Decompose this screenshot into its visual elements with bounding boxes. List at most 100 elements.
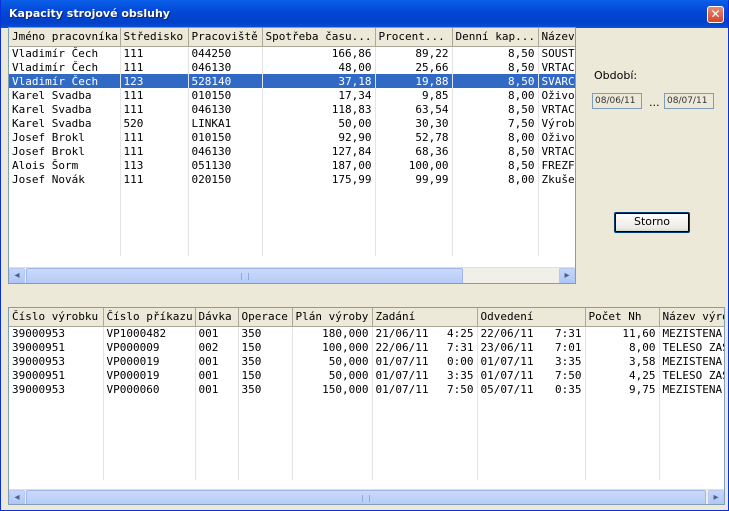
table-row[interactable]: Alois Šorm 113 051130 187,00 100,00 8,50 FREZF bbox=[9, 158, 575, 172]
table-cell: 8,50 bbox=[452, 46, 539, 60]
scroll-thumb[interactable] bbox=[26, 268, 463, 283]
empty-cell bbox=[538, 186, 575, 200]
empty-cell bbox=[372, 452, 478, 466]
column-header[interactable]: Počet Nh bbox=[585, 308, 660, 327]
empty-cell bbox=[375, 242, 453, 256]
scroll-thumb[interactable] bbox=[26, 490, 706, 504]
column-header[interactable]: Odvedení bbox=[477, 308, 586, 327]
table-cell: 175,99 bbox=[262, 172, 376, 186]
table-cell: Josef Novák bbox=[9, 172, 121, 186]
empty-row bbox=[9, 410, 724, 424]
close-button[interactable]: ✕ bbox=[707, 6, 724, 23]
table-cell: Oživo bbox=[538, 88, 575, 102]
table-cell: 92,90 bbox=[262, 130, 376, 144]
title-bar[interactable]: Kapacity strojové obsluhy ✕ bbox=[1, 0, 728, 28]
table-cell: 21/06/11 4:25 bbox=[372, 326, 478, 340]
table-cell: 111 bbox=[120, 172, 189, 186]
table-cell: 01/07/11 7:50 bbox=[372, 382, 478, 396]
table-cell: 150 bbox=[238, 368, 293, 382]
column-header[interactable]: Název výro bbox=[659, 308, 724, 327]
table-cell: 046130 bbox=[188, 102, 263, 116]
capacity-grid[interactable]: Jméno pracovníka Středisko Pracoviště Spotř… bbox=[8, 27, 576, 284]
table-row[interactable]: 39000953 VP1000482 001 350 180,000 21/06/11 4:… bbox=[9, 326, 724, 340]
table-cell: 150 bbox=[238, 340, 293, 354]
table-row[interactable]: Vladimír Čech 111 046130 48,00 25,66 8,50 VRTA… bbox=[9, 60, 575, 74]
table-cell: 010150 bbox=[188, 88, 263, 102]
table-cell: 001 bbox=[195, 368, 239, 382]
column-header[interactable]: Plán výroby bbox=[292, 308, 373, 327]
table-cell: VRTAC bbox=[538, 144, 575, 158]
orders-grid[interactable]: Číslo výrobku Číslo příkazu Dávka Operace Pl… bbox=[8, 307, 725, 505]
table-cell: 528140 bbox=[188, 74, 263, 88]
time-value: 3:35 bbox=[447, 368, 474, 382]
table-cell: MEZISTENA bbox=[659, 326, 724, 340]
table-cell: 11,60 bbox=[585, 326, 660, 340]
empty-cell bbox=[195, 424, 239, 438]
column-header[interactable]: Středisko bbox=[120, 28, 189, 47]
table-cell: 111 bbox=[120, 60, 189, 74]
table-cell: 19,88 bbox=[375, 74, 453, 88]
table-cell: 046130 bbox=[188, 60, 263, 74]
empty-cell bbox=[195, 396, 239, 410]
scroll-left-icon[interactable]: ◂ bbox=[9, 490, 25, 504]
empty-cell bbox=[292, 396, 373, 410]
table-row[interactable]: 39000951 VP000019 001 150 50,000 01/07/11 3:35… bbox=[9, 368, 724, 382]
scroll-right-icon[interactable]: ▸ bbox=[559, 268, 575, 283]
table-cell: Karel Svadba bbox=[9, 116, 121, 130]
top-horizontal-scrollbar[interactable]: ◂ ▸ bbox=[9, 267, 575, 283]
empty-cell bbox=[372, 438, 478, 452]
column-header[interactable]: Zadání bbox=[372, 308, 478, 327]
table-cell: 150,000 bbox=[292, 382, 373, 396]
empty-cell bbox=[238, 396, 293, 410]
period-from-field[interactable]: 08/06/11 bbox=[592, 93, 642, 109]
scroll-left-icon[interactable]: ◂ bbox=[9, 268, 25, 283]
window-title: Kapacity strojové obsluhy bbox=[9, 7, 170, 20]
empty-row bbox=[9, 452, 724, 466]
empty-cell bbox=[195, 452, 239, 466]
table-row[interactable]: Karel Svadba 111 046130 118,83 63,54 8,50 VRTA… bbox=[9, 102, 575, 116]
scroll-right-icon[interactable]: ▸ bbox=[708, 490, 724, 504]
table-row[interactable]: Josef Brokl 111 046130 127,84 68,36 8,50 VRTAC bbox=[9, 144, 575, 158]
column-header[interactable]: Číslo výrobku bbox=[9, 308, 104, 327]
column-header[interactable]: Denní kap... bbox=[452, 28, 539, 47]
table-row[interactable]: Karel Svadba 520 LINKA1 50,00 30,30 7,50 Výrob bbox=[9, 116, 575, 130]
table-row[interactable]: 39000951 VP000009 002 150 100,000 22/06/11 7:3… bbox=[9, 340, 724, 354]
table-row[interactable]: Vladimír Čech 123 528140 37,18 19,88 8,50 SVAR… bbox=[9, 74, 575, 88]
table-row[interactable]: 39000953 VP000060 001 350 150,000 01/07/11 7:5… bbox=[9, 382, 724, 396]
column-header[interactable]: Pracoviště bbox=[188, 28, 263, 47]
empty-cell bbox=[659, 396, 724, 410]
empty-row bbox=[9, 214, 575, 228]
table-row[interactable]: Josef Brokl 111 010150 92,90 52,78 8,00 Oživo bbox=[9, 130, 575, 144]
column-header[interactable]: Číslo příkazu bbox=[103, 308, 196, 327]
empty-cell bbox=[262, 228, 376, 242]
bottom-horizontal-scrollbar[interactable]: ◂ ▸ bbox=[9, 489, 724, 504]
empty-cell bbox=[292, 452, 373, 466]
empty-cell bbox=[375, 228, 453, 242]
column-header[interactable]: Jméno pracovníka bbox=[9, 28, 121, 47]
table-cell: 046130 bbox=[188, 144, 263, 158]
column-header[interactable]: Operace bbox=[238, 308, 293, 327]
table-cell: 111 bbox=[120, 144, 189, 158]
column-header[interactable]: Dávka bbox=[195, 308, 239, 327]
period-to-field[interactable]: 08/07/11 bbox=[664, 93, 714, 109]
empty-cell bbox=[103, 438, 196, 452]
time-value: 7:31 bbox=[555, 326, 582, 340]
table-cell: 8,50 bbox=[452, 144, 539, 158]
column-header[interactable]: Spotřeba času... bbox=[262, 28, 376, 47]
table-row[interactable]: Vladimír Čech 111 044250 166,86 89,22 8,50 SOU… bbox=[9, 46, 575, 60]
table-row[interactable]: 39000953 VP000019 001 350 50,000 01/07/11 0:00… bbox=[9, 354, 724, 368]
column-header[interactable]: Název bbox=[538, 28, 575, 47]
table-row[interactable]: Karel Svadba 111 010150 17,34 9,85 8,00 Oživo bbox=[9, 88, 575, 102]
column-header[interactable]: Procent... bbox=[375, 28, 453, 47]
table-row[interactable]: Josef Novák 111 020150 175,99 99,99 8,00 Zkuše bbox=[9, 172, 575, 186]
empty-cell bbox=[9, 466, 104, 480]
empty-cell bbox=[9, 242, 121, 256]
table-cell: SOUST bbox=[538, 46, 575, 60]
date-value: 01/07/11 bbox=[480, 354, 534, 368]
table-cell: Karel Svadba bbox=[9, 102, 121, 116]
table-cell: 4,25 bbox=[585, 368, 660, 382]
cancel-button[interactable]: Storno bbox=[614, 212, 690, 233]
empty-cell bbox=[477, 424, 586, 438]
empty-cell bbox=[195, 438, 239, 452]
table-cell: MEZISTENA bbox=[659, 382, 724, 396]
